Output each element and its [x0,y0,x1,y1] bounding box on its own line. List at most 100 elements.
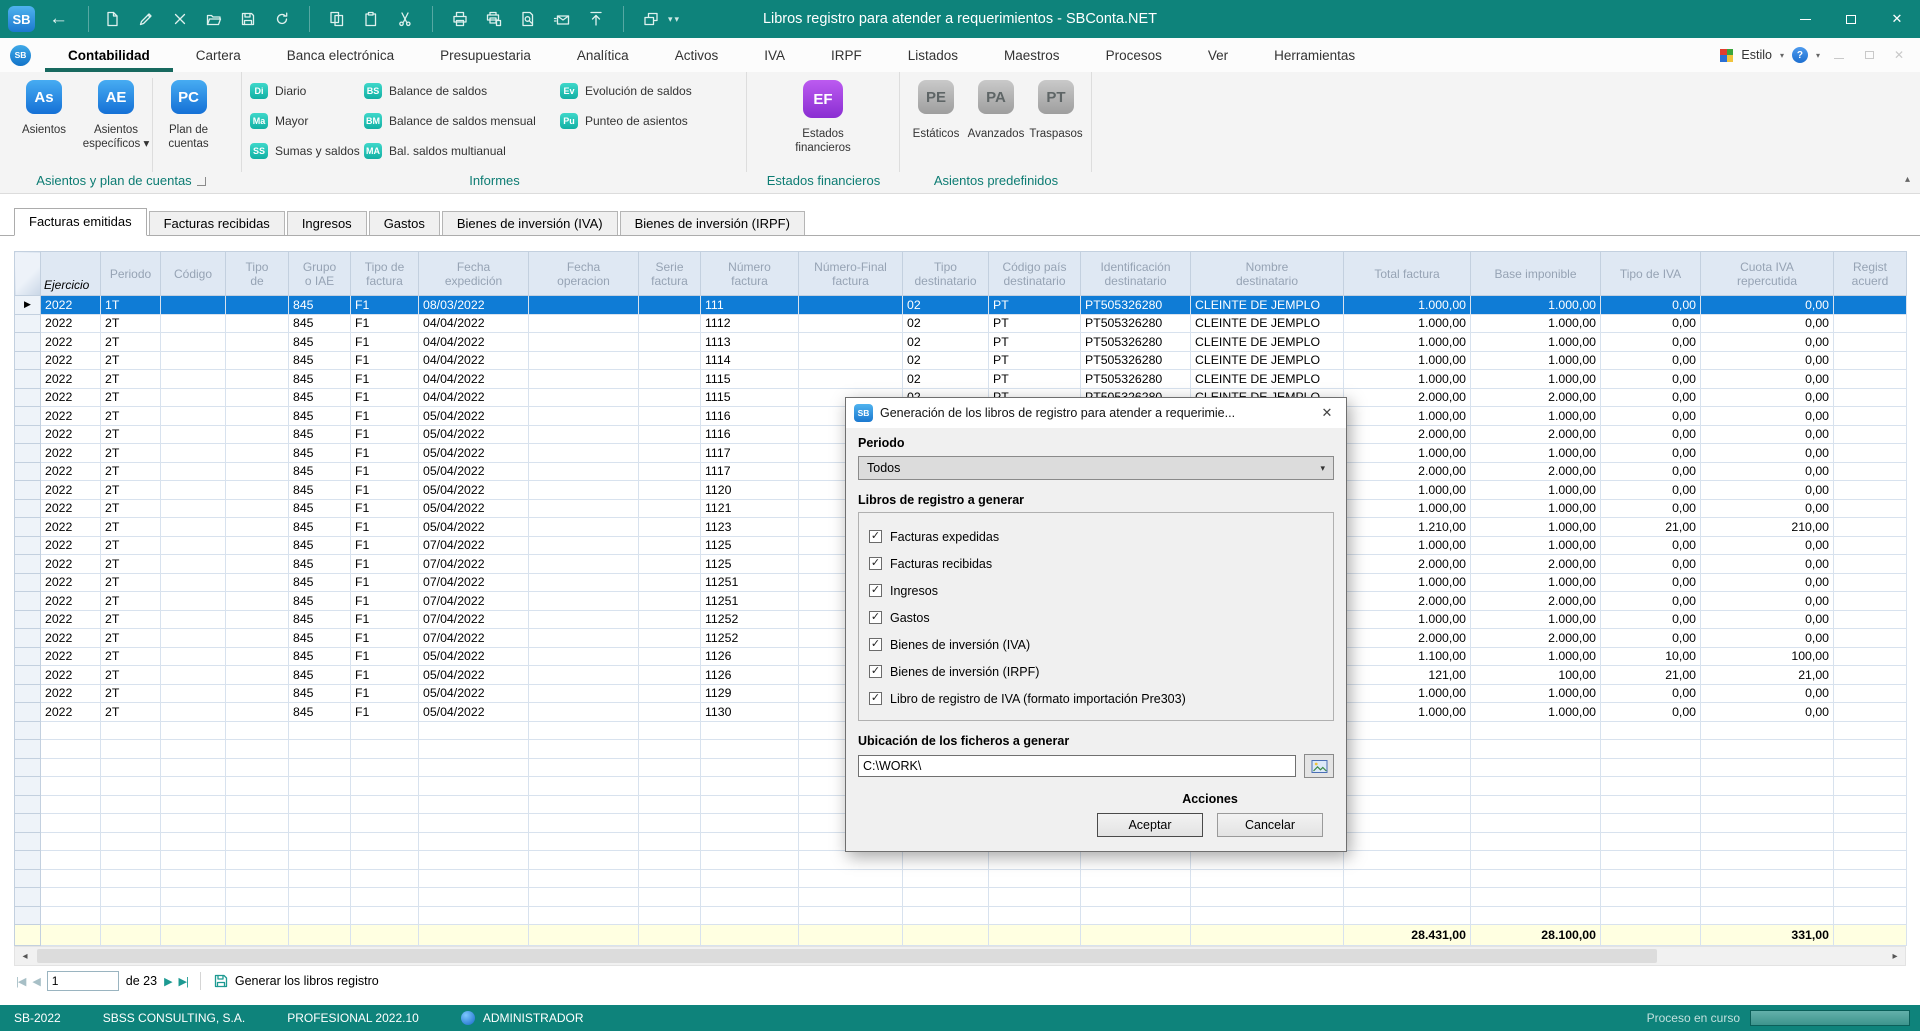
browse-button[interactable] [1304,754,1334,778]
row-selector[interactable] [15,629,41,648]
aceptar-button[interactable]: Aceptar [1097,813,1203,837]
export-up-icon[interactable] [581,4,611,34]
horizontal-scrollbar[interactable]: ◂ ▸ [14,946,1906,966]
row-selector[interactable] [15,407,41,426]
row-selector[interactable]: ▶ [15,296,41,315]
column-header-nombre-destinatario[interactable]: Nombre destinatario [1191,252,1344,296]
menu-item-sumas-y-saldos[interactable]: SSSumas y saldos [250,142,364,159]
checkbox-bienes-de-inversion-irpf[interactable]: ✓Bienes de inversión (IRPF) [869,658,1323,685]
file-menu-icon[interactable]: SB [10,45,31,66]
last-page-button[interactable]: ▶| [179,975,188,988]
dialog-close-icon[interactable]: ✕ [1312,399,1342,427]
menu-item-diario[interactable]: DiDiario [250,82,364,99]
row-selector[interactable] [15,703,41,722]
page-number-input[interactable] [47,971,119,991]
generate-books-button[interactable]: Generar los libros registro [213,973,379,989]
column-header-tipo-destinatario[interactable]: Tipo destinatario [903,252,989,296]
document-preview-icon[interactable] [513,4,543,34]
scroll-right-icon[interactable]: ▸ [1885,947,1905,965]
row-selector[interactable] [15,425,41,444]
menu-item-mayor[interactable]: MaMayor [250,112,364,129]
column-header-tipo-de-iva[interactable]: Tipo de IVA [1601,252,1701,296]
row-selector[interactable] [15,536,41,555]
ribbon-tab-maestros[interactable]: Maestros [981,38,1083,72]
column-header-identificacion-destinatario[interactable]: Identificación destinatario [1081,252,1191,296]
print-setup-icon[interactable] [479,4,509,34]
estilo-caret-icon[interactable]: ▾ [1780,51,1784,60]
open-folder-icon[interactable] [199,4,229,34]
next-page-button[interactable]: ▶ [164,975,171,988]
print-icon[interactable] [445,4,475,34]
row-selector[interactable] [15,666,41,685]
ribbon-tab-banca-electronica[interactable]: Banca electrónica [264,38,417,72]
checkbox-gastos[interactable]: ✓Gastos [869,604,1323,631]
refresh-icon[interactable] [267,4,297,34]
minimize-icon[interactable] [1782,0,1828,38]
checkbox-bienes-de-inversion-iva[interactable]: ✓Bienes de inversión (IVA) [869,631,1323,658]
copy-icon[interactable] [322,4,352,34]
ubicacion-input[interactable] [858,755,1296,777]
ribbon-tab-contabilidad[interactable]: Contabilidad [45,38,173,72]
ribbon-restore-icon[interactable] [1858,48,1880,62]
checkbox-libro-de-registro-de-iva-formato-importacion-pre303[interactable]: ✓Libro de registro de IVA (formato impor… [869,685,1323,712]
column-header-codigo-pais-destinatario[interactable]: Código país destinatario [989,252,1081,296]
checkbox-ingresos[interactable]: ✓Ingresos [869,577,1323,604]
ribbon-minimize-icon[interactable] [1828,48,1850,62]
tab-gastos[interactable]: Gastos [369,211,440,235]
cut-icon[interactable] [390,4,420,34]
column-header-codigo[interactable]: Código [161,252,226,296]
button-plan-de-cuentas[interactable]: PCPlan de cuentas [152,78,224,172]
ribbon-tab-listados[interactable]: Listados [885,38,981,72]
maximize-icon[interactable] [1828,0,1874,38]
tab-facturas-recibidas[interactable]: Facturas recibidas [149,211,285,235]
row-selector[interactable] [15,518,41,537]
row-selector[interactable] [15,573,41,592]
tab-bienes-de-inversion-irpf[interactable]: Bienes de inversión (IRPF) [620,211,805,235]
button-traspasos[interactable]: PTTraspasos [1026,78,1086,172]
cascade-caret-icon[interactable]: ▾ [668,14,673,25]
ribbon-tab-ver[interactable]: Ver [1185,38,1251,72]
save-icon[interactable] [233,4,263,34]
button-asientos-especificos[interactable]: AEAsientos específicos ▾ [80,78,152,172]
tab-bienes-de-inversion-iva[interactable]: Bienes de inversión (IVA) [442,211,618,235]
ribbon-tab-cartera[interactable]: Cartera [173,38,264,72]
window-cascade-icon[interactable] [636,4,666,34]
checkbox-facturas-expedidas[interactable]: ✓Facturas expedidas [869,523,1323,550]
ribbon-tab-irpf[interactable]: IRPF [808,38,885,72]
close-icon[interactable]: ✕ [1874,0,1920,38]
column-header-numero-factura[interactable]: Número factura [701,252,799,296]
row-selector[interactable] [15,481,41,500]
ribbon-close-icon[interactable]: ✕ [1888,48,1910,62]
row-selector[interactable] [15,444,41,463]
row-selector[interactable] [15,351,41,370]
menu-item-evolucion-de-saldos[interactable]: EvEvolución de saldos [560,82,742,99]
row-selector[interactable] [15,333,41,352]
row-selector[interactable] [15,462,41,481]
menu-item-bal-saldos-multianual[interactable]: MABal. saldos multianual [364,142,560,159]
column-header-fecha-operacion[interactable]: Fecha operacion [529,252,639,296]
column-header-tipo-de-factura[interactable]: Tipo de factura [351,252,419,296]
button-estados-financieros[interactable]: EFEstados financieros [783,80,863,155]
column-header-regist-acuerd[interactable]: Regist acuerd [1834,252,1907,296]
new-document-icon[interactable] [97,4,127,34]
column-header-total-factura[interactable]: Total factura [1344,252,1471,296]
table-row[interactable]: 20222T845F104/04/2022111302PTPT505326280… [15,333,1907,352]
first-page-button[interactable]: |◀ [16,975,25,988]
paste-icon[interactable] [356,4,386,34]
row-selector[interactable] [15,499,41,518]
help-caret-icon[interactable]: ▾ [1816,51,1820,60]
row-selector[interactable] [15,684,41,703]
column-header-cuota-iva-repercutida[interactable]: Cuota IVA repercutida [1701,252,1834,296]
row-selector[interactable] [15,370,41,389]
toolbar-overflow-icon[interactable]: ▾ [675,14,680,25]
button-asientos[interactable]: AsAsientos [8,78,80,172]
ribbon-tab-procesos[interactable]: Procesos [1083,38,1185,72]
menu-item-balance-de-saldos-mensual[interactable]: BMBalance de saldos mensual [364,112,560,129]
column-header-ejercicio[interactable]: Ejercicio [41,252,101,296]
row-selector[interactable] [15,610,41,629]
column-header-base-imponible[interactable]: Base imponible [1471,252,1601,296]
edit-icon[interactable] [131,4,161,34]
row-selector[interactable] [15,314,41,333]
send-mail-icon[interactable] [547,4,577,34]
ribbon-collapse-icon[interactable]: ▴ [1905,174,1910,185]
